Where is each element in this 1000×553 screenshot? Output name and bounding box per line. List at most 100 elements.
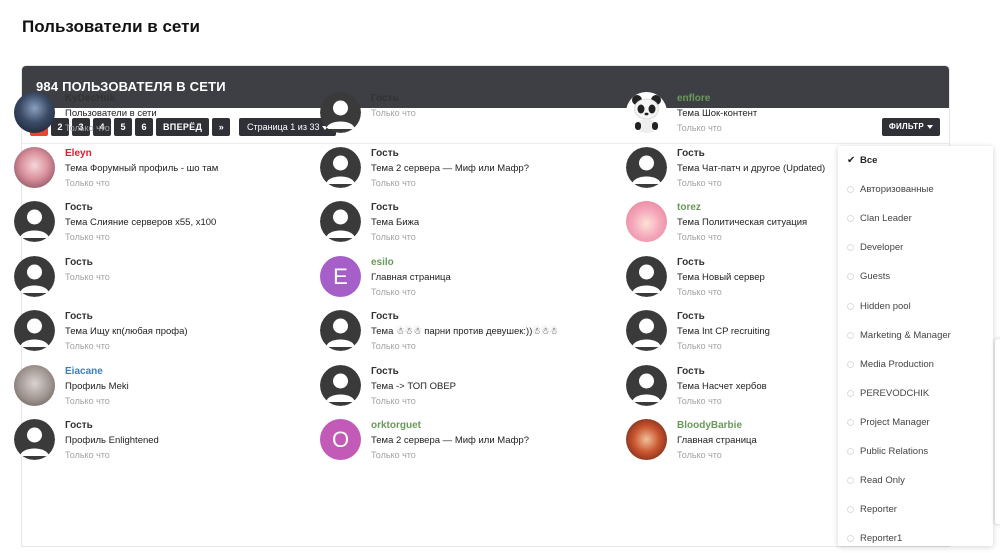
user-last-seen: Только что — [371, 108, 416, 118]
radio-dot-icon — [847, 302, 854, 310]
user-location[interactable]: Тема Форумный профиль - шо там — [65, 161, 218, 176]
filter-option[interactable]: Clan Leader — [838, 204, 993, 233]
user-name-link[interactable]: Eiacane — [65, 365, 129, 379]
user-location[interactable]: Тема 2 сервера — Миф или Мафр? — [371, 433, 529, 448]
user-info: Гость Только что — [371, 92, 416, 134]
user-last-seen: Только что — [65, 232, 110, 242]
user-info: Гость Тема Новый сервер Только что — [677, 256, 765, 298]
user-name-link[interactable]: Гость — [371, 92, 416, 106]
user-location[interactable]: Профиль Meki — [65, 379, 129, 394]
user-list-item: Eiacane Профиль Meki Только что — [14, 364, 320, 407]
user-location[interactable]: Тема Насчет хербов — [677, 379, 767, 394]
radio-dot-icon — [847, 186, 854, 194]
user-name-link[interactable]: Гость — [371, 147, 529, 161]
filter-option[interactable]: ✔ Все — [838, 146, 993, 175]
radio-dot-icon — [847, 506, 854, 514]
guest-avatar-icon — [626, 364, 667, 406]
user-location[interactable]: Тема Политическая ситуация — [677, 215, 807, 230]
avatar[interactable] — [14, 146, 55, 188]
filter-option[interactable]: Marketing & Manager — [838, 321, 993, 350]
user-last-seen: Только что — [677, 123, 722, 133]
user-name-link[interactable]: KyDecHuk — [65, 92, 157, 106]
user-location[interactable]: Главная страница — [677, 433, 757, 448]
filter-option[interactable]: Public Relations — [838, 437, 993, 466]
filter-option[interactable]: Авторизованные — [838, 175, 993, 204]
user-name-link[interactable]: esilo — [371, 256, 451, 270]
user-name-link[interactable]: orktorguet — [371, 419, 529, 433]
user-location[interactable]: Тема Бижа — [371, 215, 419, 230]
side-panel-edge — [995, 339, 1000, 524]
user-list-item: Гость Тема Слияние серверов x55, x100 Толь… — [14, 201, 320, 243]
user-name-link[interactable]: enflore — [677, 92, 757, 106]
radio-dot-icon — [847, 273, 854, 281]
user-location[interactable]: Тема ☃☃☃ парни против девушек:))☃☃☃ — [371, 324, 558, 339]
user-name-link[interactable]: Гость — [371, 201, 419, 215]
filter-option[interactable]: Project Manager — [838, 408, 993, 437]
user-name-link[interactable]: Гость — [65, 201, 216, 215]
user-name-link[interactable]: Гость — [65, 419, 159, 433]
user-info: Eiacane Профиль Meki Только что — [65, 365, 129, 407]
user-name-link[interactable]: Eleyn — [65, 147, 218, 161]
user-location[interactable]: Тема -> ТОП ОВЕР — [371, 379, 456, 394]
user-name-link[interactable]: Гость — [677, 147, 825, 161]
user-info: Гость Тема -> ТОП ОВЕР Только что — [371, 365, 456, 407]
check-icon: ✔ — [847, 155, 856, 167]
avatar[interactable] — [14, 92, 55, 133]
user-last-seen: Только что — [677, 341, 722, 351]
user-location[interactable]: Тема Слияние серверов x55, x100 — [65, 215, 216, 230]
filter-option[interactable]: Developer — [838, 233, 993, 262]
user-info: Гость Тема Ищу кп(любая профа) Только что — [65, 310, 188, 352]
user-info: Гость Тема Бижа Только что — [371, 201, 419, 243]
user-list: KyDecHuk Пользователи в сети Только что Гос… — [14, 92, 914, 461]
user-name-link[interactable]: BloodyBarbie — [677, 419, 757, 433]
filter-option[interactable]: Reporter — [838, 495, 993, 524]
avatar[interactable]: E — [320, 255, 361, 297]
user-name-link[interactable]: Гость — [677, 256, 765, 270]
user-last-seen: Только что — [65, 123, 110, 133]
user-name-link[interactable]: Гость — [371, 365, 456, 379]
user-list-item: Oorktorguet Тема 2 сервера — Миф или Мафр… — [320, 419, 626, 461]
filter-option[interactable]: Read Only — [838, 466, 993, 495]
user-list-item: KyDecHuk Пользователи в сети Только что — [14, 92, 320, 134]
filter-option[interactable]: PEREVODCHIK — [838, 379, 993, 408]
user-info: Гость Тема 2 сервера — Миф или Мафр? Тольк… — [371, 147, 529, 189]
user-location[interactable]: Профиль Enlightened — [65, 433, 159, 448]
user-last-seen: Только что — [65, 450, 110, 460]
filter-option[interactable]: Hidden pool — [838, 291, 993, 320]
user-location[interactable]: Тема Шок-контент — [677, 106, 757, 121]
avatar[interactable] — [14, 364, 55, 406]
user-list-item: Гость Тема Ищу кп(любая профа) Только что — [14, 310, 320, 352]
avatar[interactable] — [626, 419, 667, 460]
user-list-item: enflore Тема Шок-контент Только что — [626, 92, 914, 134]
user-location[interactable]: Пользователи в сети — [65, 106, 157, 121]
user-location[interactable]: Тема Ищу кп(любая профа) — [65, 324, 188, 339]
user-name-link[interactable]: Гость — [65, 310, 188, 324]
user-list-item: Eleyn Тема Форумный профиль - шо там Тольк… — [14, 146, 320, 189]
guest-avatar-icon — [626, 310, 667, 351]
user-last-seen: Только что — [371, 177, 416, 188]
user-location[interactable]: Тема 2 сервера — Миф или Мафр? — [371, 161, 529, 176]
radio-dot-icon — [847, 331, 854, 339]
user-location[interactable]: Главная страница — [371, 270, 451, 285]
filter-option[interactable]: Reporter1 — [838, 524, 993, 553]
filter-option-label: Reporter1 — [860, 533, 903, 545]
user-name-link[interactable]: Гость — [677, 310, 770, 324]
user-location[interactable]: Тема Чат-патч и другое (Updated) — [677, 161, 825, 176]
user-list-item: Гость Тема -> ТОП ОВЕР Только что — [320, 364, 626, 407]
filter-option[interactable]: Guests — [838, 262, 993, 291]
user-location[interactable]: Тема Новый сервер — [677, 270, 765, 285]
user-last-seen: Только что — [677, 177, 722, 188]
avatar[interactable] — [626, 92, 667, 133]
user-name-link[interactable]: Гость — [65, 256, 110, 270]
filter-option[interactable]: Media Production — [838, 350, 993, 379]
user-name-link[interactable]: Гость — [371, 310, 558, 324]
user-name-link[interactable]: Гость — [677, 365, 767, 379]
guest-avatar-icon — [14, 310, 55, 351]
avatar[interactable]: O — [320, 419, 361, 460]
user-name-link[interactable]: torez — [677, 201, 807, 215]
avatar[interactable] — [626, 201, 667, 242]
user-location[interactable]: Тема Int CP recruiting — [677, 324, 770, 339]
user-list-item: Гость Тема 2 сервера — Миф или Мафр? Тольк… — [320, 146, 626, 189]
caret-down-icon — [927, 124, 933, 129]
radio-dot-icon — [847, 215, 854, 223]
